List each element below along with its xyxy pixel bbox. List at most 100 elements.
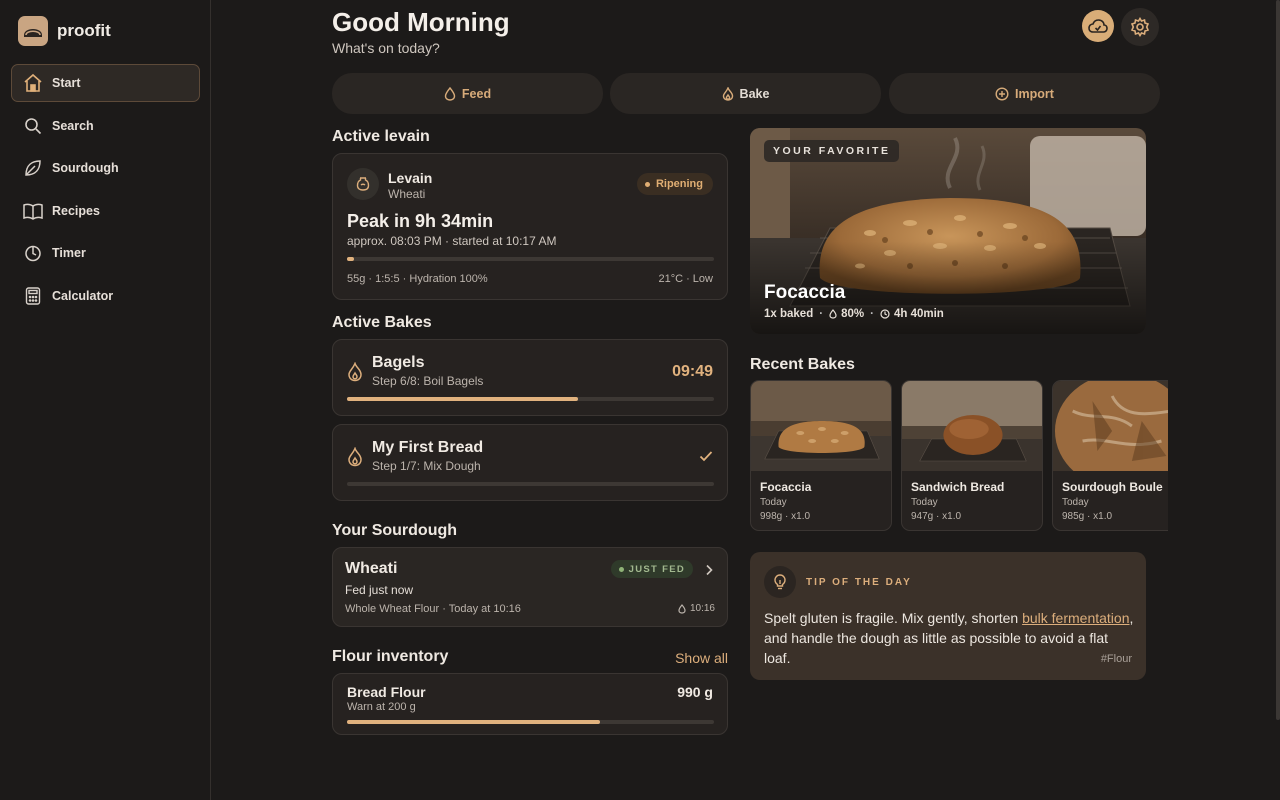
chevron-right-icon[interactable] [705,563,713,581]
bake-timer: 09:49 [672,363,713,380]
favorite-tag: YOUR FAVORITE [764,140,900,162]
sourdough-time-label: 10:16 [689,603,715,614]
bake-label: Bake [739,86,770,101]
recent-bake-card[interactable]: Sandwich Bread Today 947g · x1.0 [901,380,1043,531]
tip-label: TIP OF THE DAY [806,577,912,588]
status-dot [644,181,650,187]
bake-progress-track [347,397,714,401]
status-label: Ripening [655,178,703,190]
section-title-flour: Flour inventory [332,648,449,665]
sidebar-item-label: Recipes [52,203,100,218]
flour-progress-fill [347,720,600,724]
favorite-meta: 1x baked · 80% · 4h 40min [764,308,944,320]
status-badge: Ripening [636,173,713,195]
drop-icon [829,309,837,319]
recent-bake-meta: 947g · x1.0 [911,511,962,522]
levain-name: Levain [388,170,433,186]
sidebar-item-search[interactable]: Search [11,107,200,145]
flour-progress-track [347,720,714,724]
import-label: Import [1015,86,1054,101]
tip-link[interactable]: bulk fermentation [1022,610,1129,626]
bread-logo-icon [18,16,48,46]
sandwich-bread-photo [902,381,1042,471]
tip-text: Spelt gluten is fragile. Mix gently, sho… [764,608,1136,668]
bake-progress-track [347,482,714,486]
section-title-bakes: Active Bakes [332,314,432,331]
recent-bake-card[interactable]: Focaccia Today 998g · x1.0 [750,380,892,531]
recent-bake-name: Sourdough Boule [1062,480,1163,494]
recent-bakes-strip[interactable]: Focaccia Today 998g · x1.0 Sandwich Brea… [750,380,1168,532]
calculator-icon [22,285,44,307]
page-subtitle: What's on today? [332,40,440,56]
lightbulb-icon [764,566,796,598]
levain-card[interactable]: Levain Wheati Ripening Peak in 9h 34min … [332,153,728,300]
sidebar-item-calculator[interactable]: Calculator [11,277,200,315]
cloud-sync-icon [1088,18,1108,34]
import-button[interactable]: Import [889,73,1160,114]
sidebar-item-label: Sourdough [52,161,119,176]
flame-icon [347,446,363,472]
sourdough-name: Wheati [345,560,398,577]
sidebar-item-label: Start [52,76,81,90]
levain-conditions: 21°C · Low [658,273,713,285]
bake-name: Bagels [372,354,425,371]
bake-progress-fill [347,397,578,401]
bake-card-bagels[interactable]: Bagels Step 6/8: Boil Bagels 09:49 [332,339,728,416]
flame-icon [722,86,734,101]
recent-bake-meta: 998g · x1.0 [760,511,811,522]
brand[interactable]: proofit [18,16,111,46]
sidebar-item-recipes[interactable]: Recipes [11,192,200,230]
flour-card[interactable]: Bread Flour Warn at 200 g 990 g [332,673,728,735]
sidebar-item-start[interactable]: Start [11,64,200,102]
gear-icon [1130,17,1150,37]
bake-card-my-first-bread[interactable]: My First Bread Step 1/7: Mix Dough [332,424,728,501]
status-label: JUST FED [628,563,685,575]
bake-step: Step 1/7: Mix Dough [372,459,481,473]
focaccia-photo [751,381,891,471]
status-badge: JUST FED [610,560,693,578]
home-icon [22,72,44,94]
section-title-levain: Active levain [332,128,430,145]
drop-icon [678,603,686,614]
favorite-duration: 4h 40min [893,308,944,320]
levain-progress-fill [347,257,354,261]
drop-icon [444,86,456,101]
search-icon [22,115,44,137]
flame-icon [347,361,363,387]
section-title-sourdough: Your Sourdough [332,522,458,539]
section-title-recent: Recent Bakes [750,356,855,373]
checkmark-icon [699,449,713,467]
favorite-baked: 1x baked [764,308,814,320]
levain-details: 55g · 1:5:5 · Hydration 100% [347,273,488,285]
levain-approx: approx. 08:03 PM · started at 10:17 AM [347,234,557,248]
recent-bake-meta: 985g · x1.0 [1062,511,1113,522]
separator: · [819,308,824,320]
sidebar-item-timer[interactable]: Timer [11,234,200,272]
recent-bake-name: Focaccia [760,480,812,494]
scrollbar[interactable] [1276,0,1280,720]
favorite-card[interactable]: YOUR FAVORITE Focaccia 1x baked · 80% · … [750,128,1146,334]
feed-button[interactable]: Feed [332,73,603,114]
sourdough-time: 10:16 [678,603,715,614]
show-all-link[interactable]: Show all [675,650,728,666]
tip-tag[interactable]: #Flour [1101,653,1132,665]
page-title: Good Morning [332,7,510,37]
bake-name: My First Bread [372,439,484,456]
favorite-title: Focaccia [764,282,846,303]
levain-progress-track [347,257,714,261]
sidebar-item-label: Timer [52,246,86,261]
recent-bake-name: Sandwich Bread [911,480,1005,494]
levain-starter: Wheati [388,187,426,201]
bake-button[interactable]: Bake [610,73,881,114]
leaf-icon [22,157,44,179]
settings-button[interactable] [1121,8,1159,46]
tip-card: TIP OF THE DAY Spelt gluten is fragile. … [750,552,1146,680]
sidebar: proofit Start Search Sourdough Recipes T… [0,0,211,800]
recent-bake-card[interactable]: Sourdough Boule Today 985g · x1.0 [1052,380,1168,531]
favorite-hydration: 80% [841,308,865,320]
app-name: proofit [57,21,111,40]
sourdough-card[interactable]: Wheati JUST FED Fed just now Whole Wheat… [332,547,728,627]
sidebar-item-sourdough[interactable]: Sourdough [11,149,200,187]
sourdough-fed: Fed just now [345,583,414,597]
sync-button[interactable] [1082,10,1114,42]
